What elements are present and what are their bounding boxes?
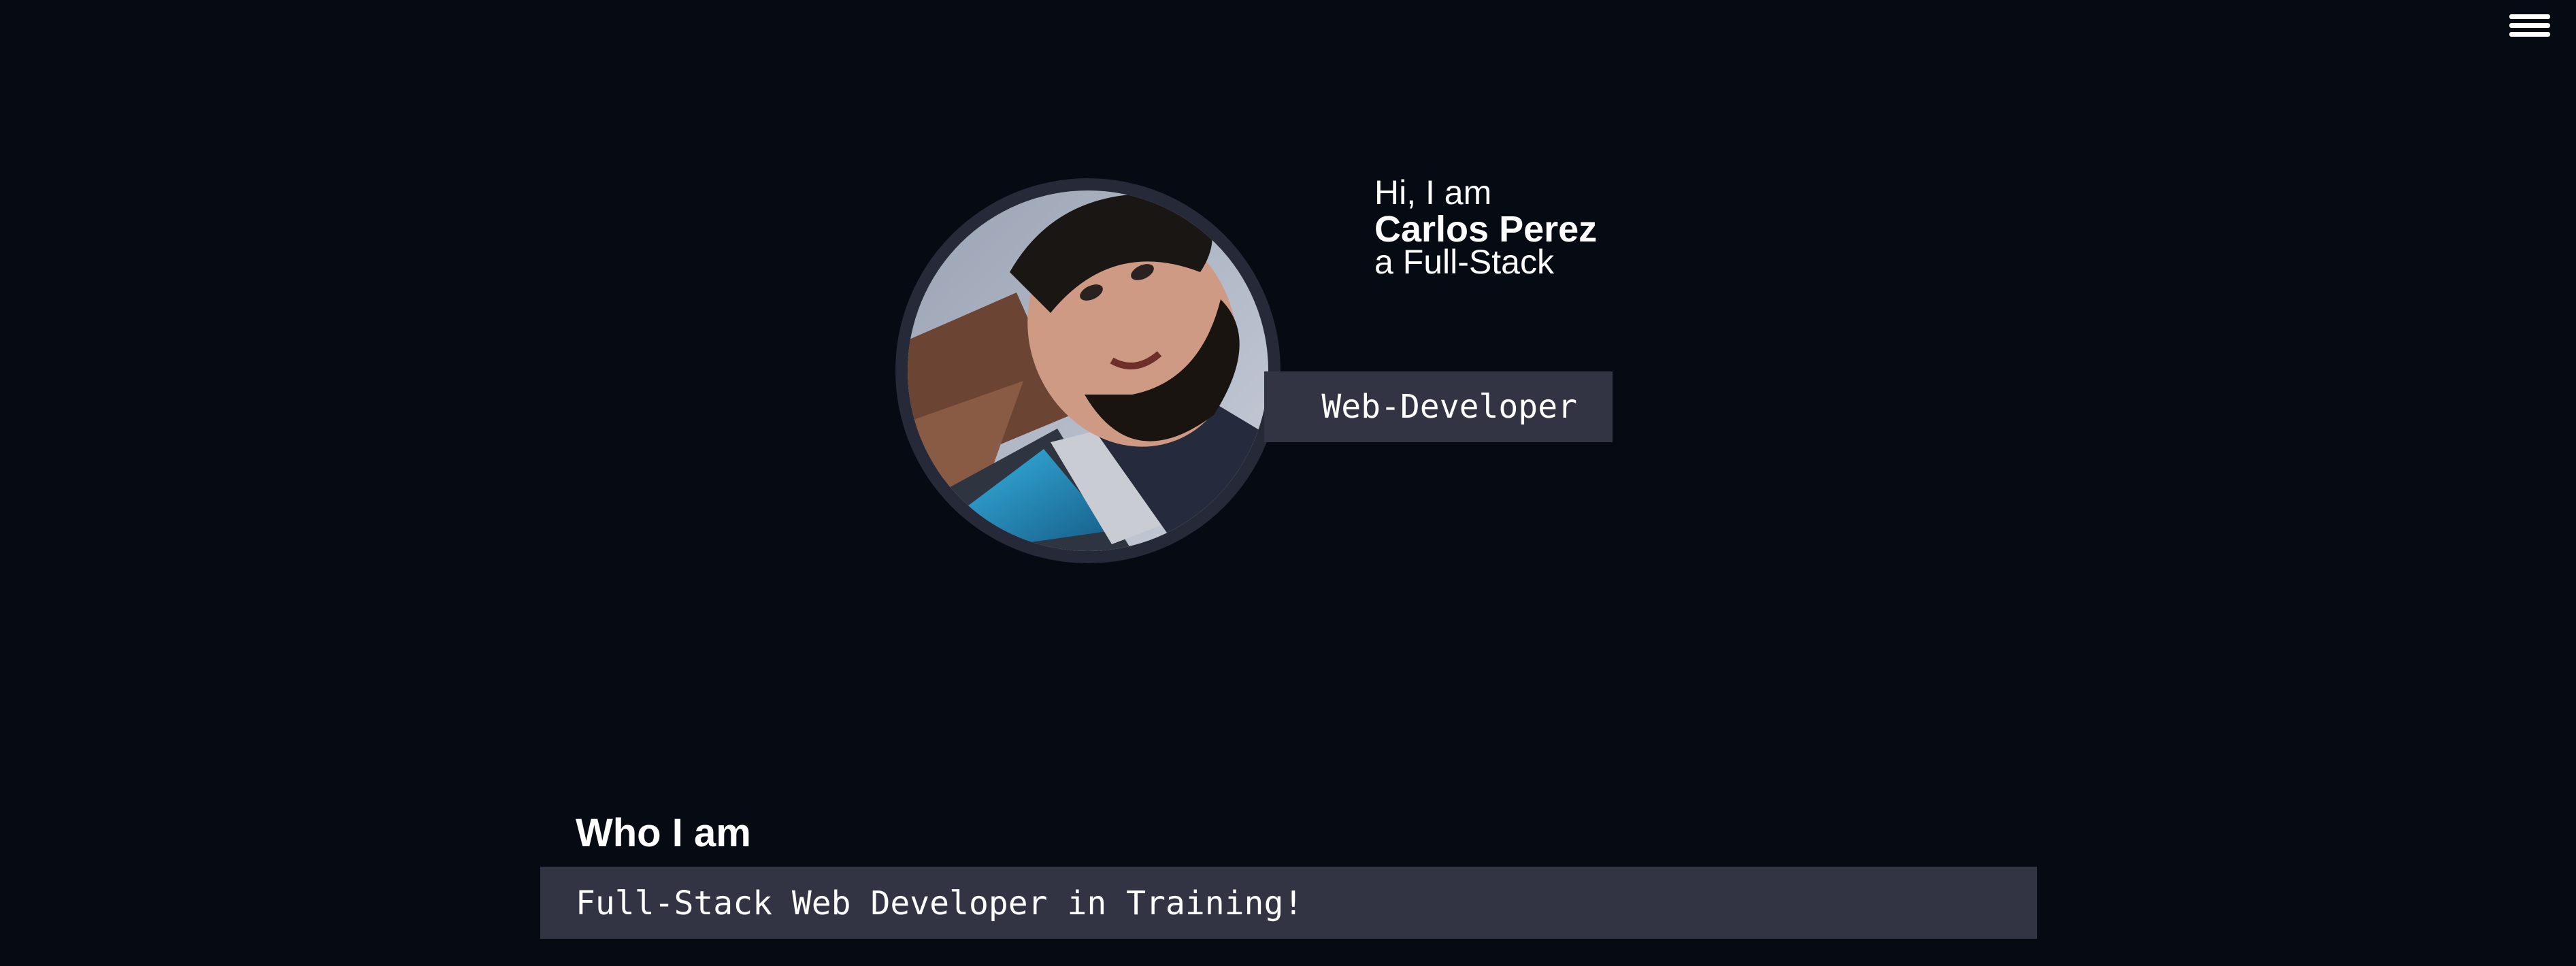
profile-name: Carlos Perez — [1374, 209, 1598, 250]
role-prefix-text: a Full-Stack — [1374, 243, 1554, 281]
menu-bar-middle — [2509, 23, 2550, 28]
hamburger-menu-button[interactable] — [2507, 10, 2553, 42]
role-badge-text: Web-Developer — [1321, 388, 1577, 426]
role-badge: Web-Developer — [1264, 371, 1613, 442]
greeting-text: Hi, I am — [1374, 173, 1492, 212]
menu-bar-top — [2509, 14, 2550, 19]
about-summary-text: Full-Stack Web Developer in Training! — [576, 884, 1304, 922]
about-summary-box: Full-Stack Web Developer in Training! — [540, 867, 2037, 939]
menu-bar-bottom — [2509, 32, 2550, 37]
intro-text: Hi, I am Carlos Perez a Full-Stack — [1374, 176, 1597, 279]
about-section-title: Who I am — [576, 811, 751, 855]
profile-photo-illustration — [908, 190, 1268, 551]
avatar — [908, 190, 1268, 551]
